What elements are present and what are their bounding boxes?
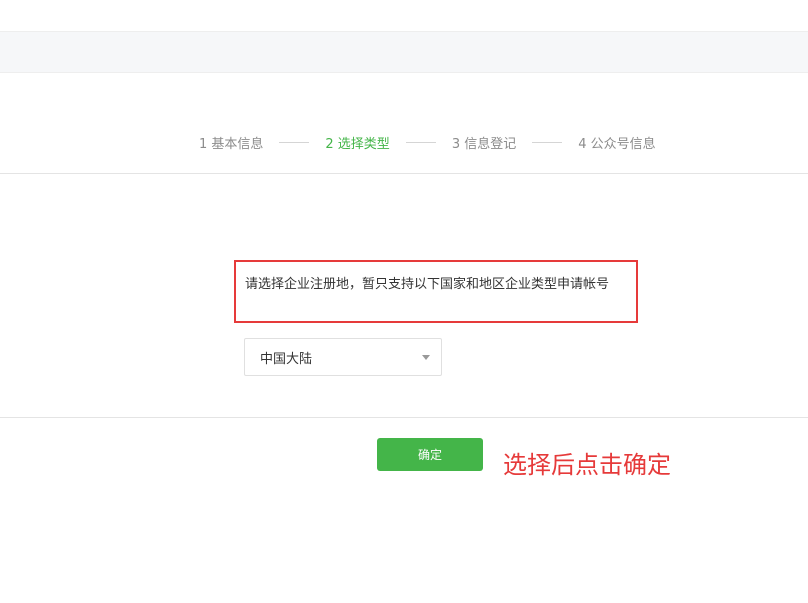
region-notice-highlight: 请选择企业注册地，暂只支持以下国家和地区企业类型申请帐号 (234, 260, 638, 323)
step-separator (405, 141, 436, 143)
step-basic-info: 1 基本信息 (199, 136, 264, 152)
step-separator (279, 141, 310, 143)
instruction-annotation: 选择后点击确定 (503, 451, 671, 479)
region-select[interactable]: 中国大陆 (244, 338, 442, 376)
region-select-value: 中国大陆 (260, 352, 313, 367)
registration-page: 1 基本信息 2 选择类型 3 信息登记 4 公众号信息 请选择企业注册地，暂只… (0, 0, 808, 603)
region-notice-text: 请选择企业注册地，暂只支持以下国家和地区企业类型申请帐号 (245, 277, 610, 292)
caret-down-icon (422, 355, 430, 360)
confirm-button[interactable]: 确定 (377, 438, 483, 471)
step-progress: 1 基本信息 2 选择类型 3 信息登记 4 公众号信息 (199, 130, 656, 154)
step-select-type: 2 选择类型 (325, 136, 390, 152)
step-separator (532, 141, 563, 143)
step-info-registration: 3 信息登记 (451, 136, 517, 152)
step-account-info: 4 公众号信息 (578, 136, 656, 152)
divider-bottom (0, 417, 808, 418)
divider-top (0, 173, 808, 174)
top-header-band (0, 31, 808, 73)
